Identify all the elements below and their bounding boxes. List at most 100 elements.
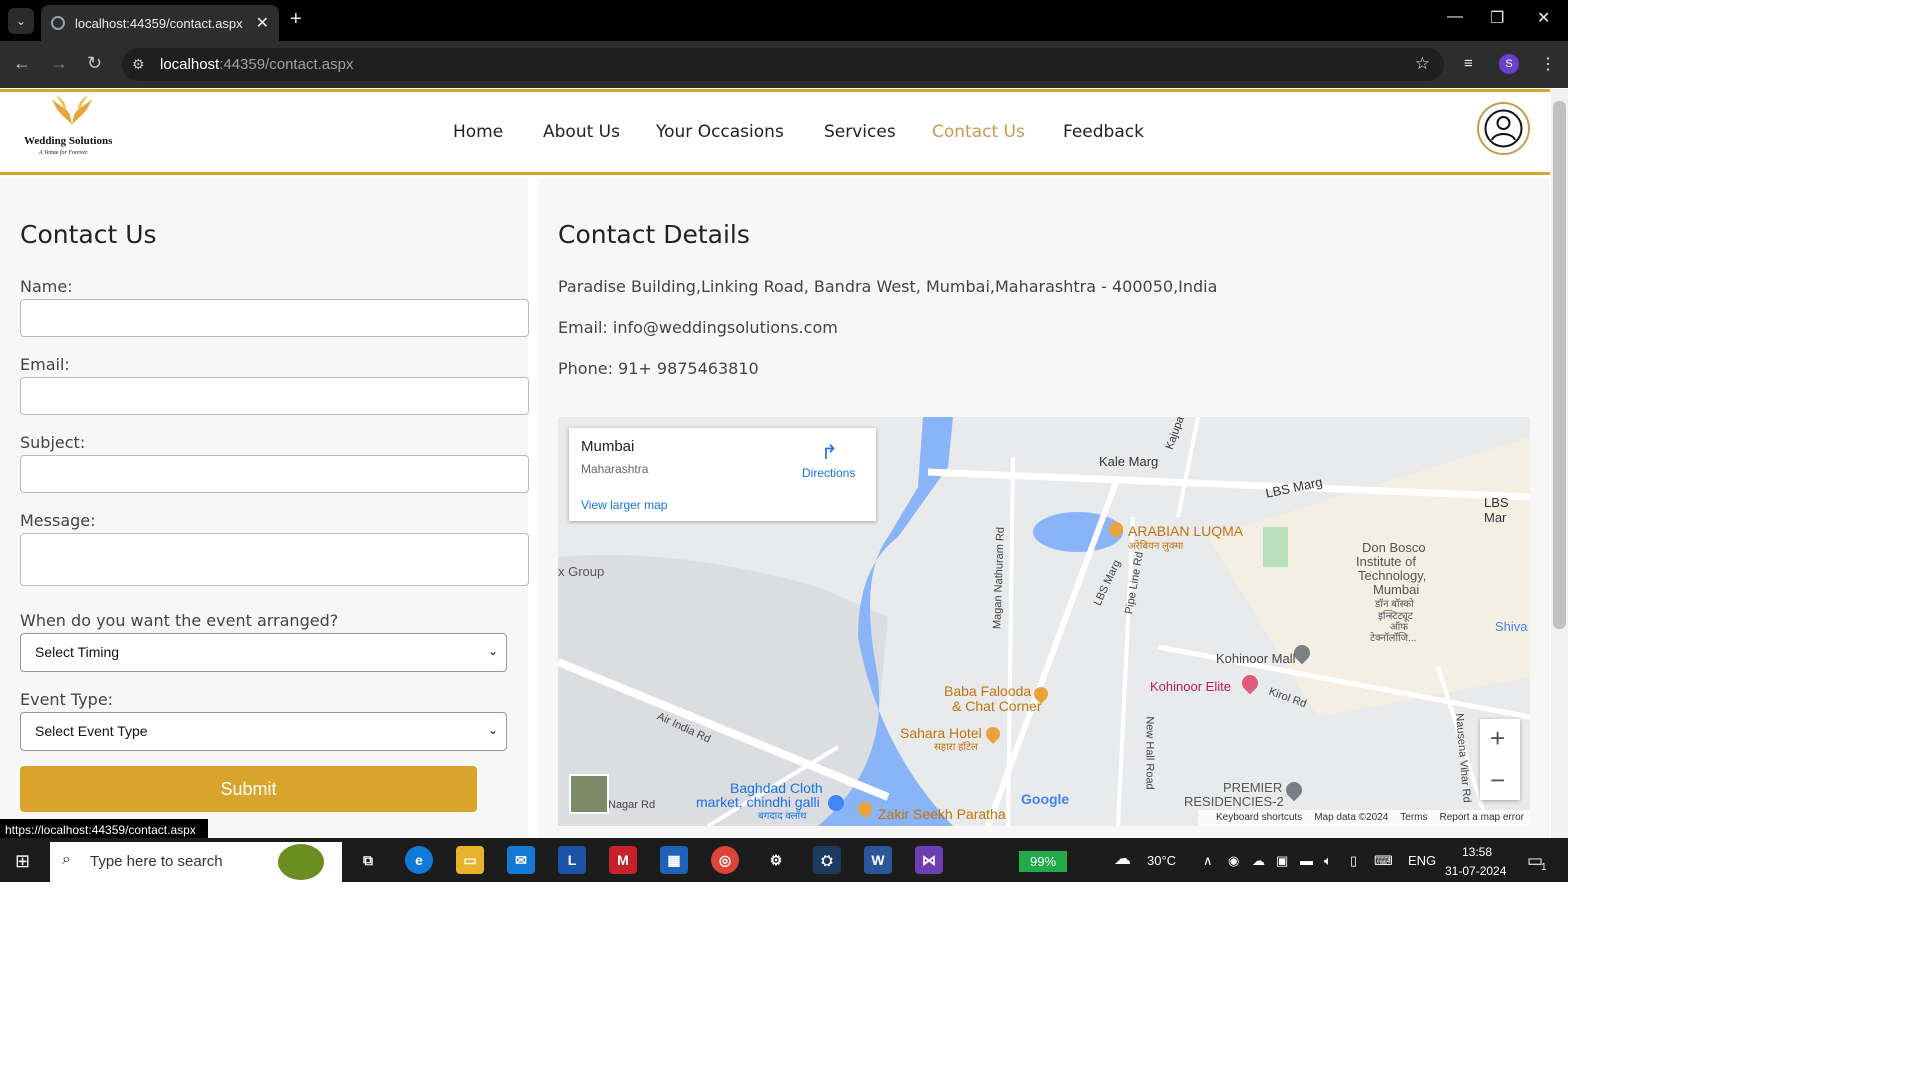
map-label: RESIDENCIES-2 — [1184, 794, 1284, 809]
directions-icon[interactable]: ↱ — [821, 440, 838, 465]
map-label[interactable]: Baba Falooda — [944, 683, 1031, 699]
file-explorer-icon[interactable]: ▭ — [456, 846, 484, 874]
timing-select-value: Select Timing — [35, 644, 120, 660]
search-placeholder: Type here to search — [90, 853, 223, 870]
message-textarea[interactable] — [20, 533, 529, 586]
nav-home[interactable]: Home — [453, 122, 503, 142]
keyboard-icon[interactable]: ⌨ — [1374, 853, 1393, 869]
nav-services[interactable]: Services — [824, 122, 896, 142]
event-type-select[interactable]: Select Event Type ⌄ — [20, 712, 507, 751]
volume-icon[interactable]: 🔈︎ — [1324, 853, 1332, 869]
menu-kebab-icon[interactable]: ⋮ — [1540, 54, 1556, 74]
taskbar-search-box[interactable]: ⌕ Type here to search — [50, 842, 342, 882]
submit-button[interactable]: Submit — [20, 766, 477, 812]
map-label: सहारा हॉटेल — [934, 742, 978, 753]
device-icon[interactable]: ▯ — [1350, 853, 1357, 869]
media-control-icon[interactable]: ≡ — [1464, 55, 1473, 72]
map-label: Mumbai — [1373, 582, 1420, 597]
onedrive-icon[interactable]: ☁ — [1252, 853, 1265, 869]
visual-studio-icon[interactable]: ⋈ — [915, 846, 943, 874]
network-icon[interactable]: ▣ — [1276, 853, 1288, 869]
word-icon[interactable]: W — [864, 846, 892, 874]
search-icon: ⌕ — [62, 851, 71, 868]
timing-label: When do you want the event arranged? — [20, 611, 339, 630]
edge-icon[interactable]: e — [405, 846, 433, 874]
clock-date[interactable]: 31-07-2024 — [1445, 864, 1506, 878]
map-label: अरेबियन लुक्मा — [1128, 541, 1184, 552]
zoom-out-button[interactable]: − — [1490, 765, 1505, 796]
map-label: x Group — [558, 564, 605, 579]
shopping-pin-icon[interactable] — [828, 795, 844, 811]
tab-search-button[interactable]: ⌄ — [8, 8, 34, 34]
browser-tab[interactable]: localhost:44359/contact.aspx ✕ — [41, 5, 279, 41]
new-tab-button[interactable]: + — [290, 8, 302, 31]
email-input[interactable] — [20, 377, 529, 415]
site-logo[interactable]: Wedding Solutions A Venue for Forever. — [22, 95, 120, 159]
chrome-icon[interactable]: ◎ — [711, 846, 739, 874]
tray-record-icon[interactable]: ◉ — [1228, 853, 1239, 869]
windows-start-icon[interactable]: ⊞ — [15, 851, 30, 872]
clock-time[interactable]: 13:58 — [1462, 845, 1492, 859]
subject-input[interactable] — [20, 455, 529, 493]
show-hidden-icons[interactable]: ∧ — [1203, 853, 1213, 869]
temperature-text[interactable]: 30°C — [1147, 853, 1176, 868]
tab-title: localhost:44359/contact.aspx — [75, 15, 243, 31]
zoom-in-button[interactable]: + — [1490, 723, 1505, 754]
back-icon[interactable]: ← — [13, 53, 31, 74]
profile-avatar[interactable]: S — [1499, 54, 1519, 74]
settings-gear-icon[interactable]: ⚙ — [762, 846, 790, 874]
store-icon[interactable]: ▦ — [660, 846, 688, 874]
chevron-down-icon: ⌄ — [487, 644, 498, 658]
satellite-toggle[interactable] — [569, 774, 609, 814]
minimize-icon[interactable]: — — [1447, 8, 1463, 26]
map-label[interactable]: ARABIAN LUQMA — [1128, 523, 1243, 539]
timing-select[interactable]: Select Timing ⌄ — [20, 633, 507, 672]
map-label: PREMIER — [1223, 780, 1283, 795]
terms-link[interactable]: Terms — [1400, 812, 1427, 824]
map-label: Nagar Rd — [608, 799, 656, 811]
contact-details-heading: Contact Details — [558, 220, 750, 249]
battery-indicator[interactable]: 99% — [1019, 851, 1067, 872]
restore-icon[interactable]: ❐ — [1490, 8, 1504, 28]
message-label: Message: — [20, 511, 96, 530]
scrollbar-thumb[interactable] — [1553, 101, 1566, 629]
nav-your-occasions[interactable]: Your Occasions — [656, 122, 784, 142]
directions-link[interactable]: Directions — [802, 466, 855, 480]
name-input[interactable] — [20, 299, 529, 337]
map-label[interactable]: Zakir Seekh Paratha — [878, 806, 1006, 822]
mail-icon[interactable]: ✉ — [507, 846, 535, 874]
reload-icon[interactable]: ↻ — [87, 53, 102, 74]
map-place-card: Mumbai Maharashtra ↱ Directions View lar… — [569, 428, 876, 521]
report-error-link[interactable]: Report a map error — [1440, 812, 1524, 824]
chevron-down-icon: ⌄ — [487, 723, 498, 737]
map-label[interactable]: Kohinoor Mall — [1216, 651, 1296, 666]
map-label: बगदाद क्लॉथ — [758, 811, 807, 822]
map-label: Institute of — [1356, 554, 1416, 569]
close-tab-icon[interactable]: ✕ — [256, 13, 269, 33]
keyboard-shortcuts-link[interactable]: Keyboard shortcuts — [1216, 812, 1302, 824]
name-label: Name: — [20, 277, 73, 296]
task-view-icon[interactable]: ⧉ — [354, 846, 382, 874]
map-label[interactable]: Kohinoor Elite — [1150, 679, 1231, 694]
view-larger-map-link[interactable]: View larger map — [581, 498, 667, 512]
address-bar[interactable]: ⚙ localhost:44359/contact.aspx ☆ — [122, 48, 1444, 81]
email-text: Email: info@weddingsolutions.com — [558, 318, 838, 337]
site-info-icon[interactable]: ⚙ — [132, 56, 145, 73]
battery-icon[interactable]: ▬ — [1300, 853, 1313, 868]
nav-about-us[interactable]: About Us — [543, 122, 620, 142]
subject-label: Subject: — [20, 433, 86, 452]
close-window-icon[interactable]: ✕ — [1537, 8, 1550, 28]
forward-icon[interactable]: → — [50, 53, 68, 74]
mcafee-icon[interactable]: M — [609, 846, 637, 874]
language-indicator[interactable]: ENG — [1408, 853, 1436, 868]
bookmark-star-icon[interactable]: ☆ — [1415, 54, 1430, 74]
nav-contact-us[interactable]: Contact Us — [932, 122, 1025, 142]
event-type-select-value: Select Event Type — [35, 723, 148, 739]
sql-server-icon[interactable]: ⛭ — [813, 846, 841, 874]
user-account-icon[interactable] — [1477, 102, 1530, 155]
l-app-icon[interactable]: L — [558, 846, 586, 874]
globe-icon — [51, 16, 65, 30]
google-logo: Google — [1021, 791, 1070, 807]
weather-icon[interactable]: ☁ — [1114, 849, 1131, 869]
nav-feedback[interactable]: Feedback — [1063, 122, 1144, 142]
